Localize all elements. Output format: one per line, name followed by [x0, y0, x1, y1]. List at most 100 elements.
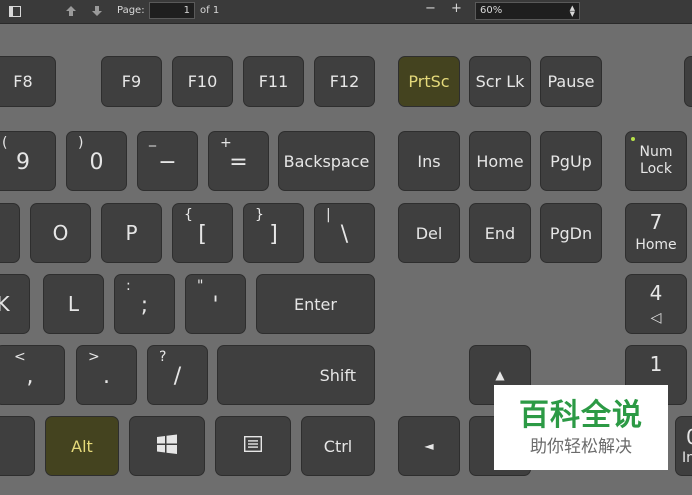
previous-page-icon[interactable]	[64, 4, 78, 18]
key-label: ;	[140, 293, 149, 318]
key-home[interactable]: Home	[469, 131, 531, 191]
key-left-arrow[interactable]: ◄	[398, 416, 460, 476]
up-arrow-icon: ▲	[495, 368, 505, 382]
key-comma[interactable]: < ,	[0, 345, 65, 405]
key-pause[interactable]: Pause	[540, 56, 602, 107]
key-label: Backspace	[283, 151, 370, 171]
key-label: L	[67, 292, 80, 316]
key-scrlk[interactable]: Scr Lk	[469, 56, 531, 107]
key-label: F11	[258, 72, 289, 91]
key-label: =	[229, 150, 248, 175]
key-f10[interactable]: F10	[172, 56, 233, 107]
key-ctrl[interactable]: Ctrl	[301, 416, 375, 476]
key-prtsc[interactable]: PrtSc	[398, 56, 460, 107]
key-shift-symbol: ?	[159, 349, 167, 365]
key-shift-symbol: {	[184, 207, 193, 223]
key-label: F12	[329, 72, 360, 91]
page-total: of 1	[200, 5, 220, 16]
key-label: ]	[269, 222, 278, 247]
zoom-select[interactable]: 60% ▲ ▼	[475, 2, 580, 20]
select-arrows-icon: ▲ ▼	[569, 4, 575, 18]
key-label: F9	[121, 72, 142, 91]
key-f11[interactable]: F11	[243, 56, 304, 107]
key-p[interactable]: P	[101, 203, 162, 263]
key-semicolon[interactable]: : ;	[114, 274, 175, 334]
key-rbracket[interactable]: } ]	[243, 203, 304, 263]
key-label: 0	[89, 150, 104, 175]
key-label: Scr Lk	[475, 72, 525, 91]
key-label: '	[212, 293, 219, 318]
key-backspace[interactable]: Backspace	[278, 131, 375, 191]
watermark-logo: 百科全说 助你轻松解决	[494, 385, 668, 470]
pdf-toolbar: Page: of 1 − + 60% ▲▼	[0, 0, 692, 24]
key-pgup[interactable]: PgUp	[540, 131, 602, 191]
key-0[interactable]: ) 0	[66, 131, 127, 191]
key-label: 0	[686, 427, 692, 447]
key-label: P	[125, 221, 138, 245]
key-pgdn[interactable]: PgDn	[540, 203, 602, 263]
key-f9[interactable]: F9	[101, 56, 162, 107]
key-sub-label: Home	[635, 237, 677, 253]
key-l[interactable]: L	[43, 274, 104, 334]
key-end[interactable]: End	[469, 203, 531, 263]
key-shift-symbol: (	[2, 135, 8, 151]
key-label: PgDn	[549, 223, 593, 243]
key-partial-bottom-left[interactable]	[0, 416, 35, 476]
key-shift-symbol: +	[220, 135, 232, 151]
key-9[interactable]: ( 9	[0, 131, 56, 191]
key-label: Pause	[547, 72, 595, 91]
key-numlock[interactable]: Num Lock	[625, 131, 687, 191]
key-label: 4	[649, 281, 663, 305]
key-label: \	[340, 222, 349, 247]
key-label: ,	[26, 364, 34, 389]
sidebar-toggle-icon[interactable]	[8, 4, 22, 18]
key-backslash[interactable]: | \	[314, 203, 375, 263]
key-enter[interactable]: Enter	[256, 274, 375, 334]
key-label: Enter	[294, 294, 337, 314]
key-windows[interactable]	[129, 416, 205, 476]
key-shift-symbol: "	[197, 278, 204, 294]
key-label: [	[198, 222, 207, 247]
key-label: −	[158, 150, 177, 175]
key-label: 7	[649, 210, 663, 234]
key-slash[interactable]: ? /	[147, 345, 208, 405]
key-numpad-4[interactable]: 4 ◁	[625, 274, 687, 334]
key-numpad-7[interactable]: 7 Home	[625, 203, 687, 263]
key-sub-label: In	[682, 450, 692, 466]
key-f12[interactable]: F12	[314, 56, 375, 107]
key-del[interactable]: Del	[398, 203, 460, 263]
key-label: PrtSc	[408, 72, 450, 91]
next-page-icon[interactable]	[90, 4, 104, 18]
zoom-in-button[interactable]: +	[451, 2, 462, 15]
key-label: .	[103, 364, 110, 389]
key-label: 1	[649, 352, 663, 376]
key-label: /	[173, 364, 182, 389]
key-partial-left[interactable]	[0, 203, 20, 263]
key-minus[interactable]: _ −	[137, 131, 198, 191]
key-label: PgUp	[550, 151, 592, 171]
key-menu[interactable]	[215, 416, 291, 476]
key-f8[interactable]: F8	[0, 56, 56, 107]
zoom-out-button[interactable]: −	[425, 2, 436, 15]
key-equals[interactable]: + =	[208, 131, 269, 191]
windows-logo-icon	[157, 434, 177, 458]
key-label: Del	[415, 223, 443, 243]
key-quote[interactable]: " '	[185, 274, 246, 334]
key-o[interactable]: O	[30, 203, 91, 263]
key-shift-symbol: :	[126, 278, 131, 294]
key-k[interactable]: K	[0, 274, 30, 334]
watermark-title: 百科全说	[519, 397, 643, 433]
key-alt[interactable]: Alt	[45, 416, 119, 476]
key-label: O	[52, 221, 69, 245]
key-shift-symbol: <	[14, 349, 26, 365]
key-numpad-0[interactable]: 0 In	[675, 416, 692, 476]
key-period[interactable]: > .	[76, 345, 137, 405]
key-shift[interactable]: Shift	[217, 345, 375, 405]
key-lbracket[interactable]: { [	[172, 203, 233, 263]
key-label: Ins	[417, 151, 441, 171]
numlock-led-indicator	[631, 137, 635, 141]
page-number-input[interactable]	[149, 2, 195, 19]
key-shift-symbol: >	[88, 349, 100, 365]
key-partial-right[interactable]	[684, 56, 692, 107]
key-ins[interactable]: Ins	[398, 131, 460, 191]
